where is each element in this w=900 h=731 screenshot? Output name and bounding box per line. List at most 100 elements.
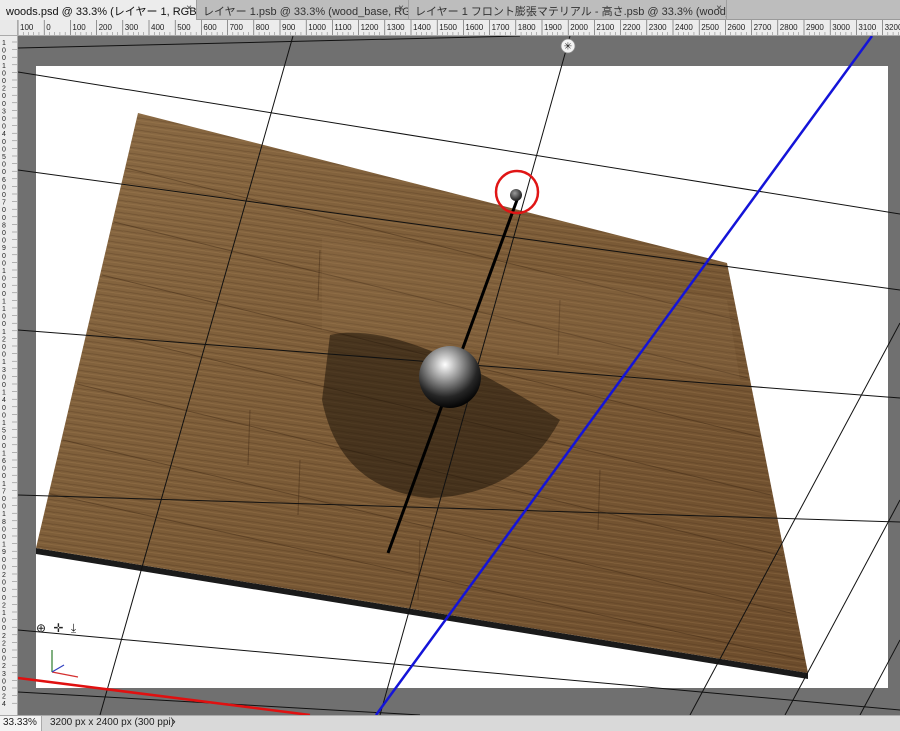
tab-woods-psd[interactable]: woods.psd @ 33.3% (レイヤー 1, RGB/8*) * × bbox=[0, 0, 197, 20]
ruler-tick-label: 6 bbox=[2, 177, 6, 184]
ruler-tick-label: 0 bbox=[2, 534, 6, 541]
ruler-tick-label: 0 bbox=[2, 146, 6, 153]
ruler-tick-label: 3100 bbox=[858, 23, 876, 32]
svg-text:✳: ✳ bbox=[564, 42, 572, 53]
ruler-tick-label: 7 bbox=[2, 488, 6, 495]
light-handle-icon[interactable]: ✳ bbox=[558, 38, 578, 54]
ruler-tick-label: 0 bbox=[2, 321, 6, 328]
vertical-ruler-ticks: 1001002003004005006007008009001000110012… bbox=[2, 40, 17, 708]
ruler-tick-label: 1 bbox=[2, 329, 6, 336]
ruler-tick-label: 0 bbox=[2, 352, 6, 359]
vertical-ruler[interactable]: 1001002003004005006007008009001000110012… bbox=[0, 36, 18, 715]
dolly-icon[interactable]: ⤓ bbox=[71, 621, 76, 635]
ruler-tick-label: 0 bbox=[2, 78, 6, 85]
ruler-tick-label: 0 bbox=[2, 291, 6, 298]
document-canvas[interactable]: ✳ ⊕ ✛ ⤓ bbox=[18, 36, 900, 715]
ruler-tick-label: 1 bbox=[2, 359, 6, 366]
ruler-tick-label: 2 bbox=[2, 336, 6, 343]
tab-label: woods.psd @ 33.3% (レイヤー 1, RGB/8*) * bbox=[6, 6, 197, 18]
ruler-corner[interactable] bbox=[0, 20, 18, 36]
ruler-tick-label: 100 bbox=[20, 23, 34, 32]
ruler-tick-label: 0 bbox=[2, 443, 6, 450]
ruler-tick-label: 0 bbox=[2, 496, 6, 503]
ruler-tick-label: 0 bbox=[2, 48, 6, 55]
ruler-tick-label: 8 bbox=[2, 222, 6, 229]
ruler-tick-label: 4 bbox=[2, 397, 6, 404]
ruler-tick-label: 9 bbox=[2, 245, 6, 252]
ruler-tick-label: 600 bbox=[203, 23, 217, 32]
tab-label: レイヤー 1 フロント膨張マテリアル - 高さ.psb @ 33.3% (woo… bbox=[415, 6, 726, 18]
ruler-tick-label: 1 bbox=[2, 298, 6, 305]
ruler-tick-label: 1200 bbox=[361, 23, 379, 32]
ruler-tick-label: 0 bbox=[2, 580, 6, 587]
3d-sphere[interactable] bbox=[419, 346, 481, 408]
close-icon[interactable]: × bbox=[186, 3, 192, 14]
close-icon[interactable]: × bbox=[716, 3, 722, 14]
status-bar: 33.33% 3200 px x 2400 px (300 ppi) › bbox=[0, 715, 900, 731]
ruler-tick-label: 1600 bbox=[465, 23, 483, 32]
close-icon[interactable]: × bbox=[398, 3, 404, 14]
ruler-tick-label: 1 bbox=[2, 610, 6, 617]
ruler-tick-label: 0 bbox=[2, 207, 6, 214]
ruler-tick-label: 2400 bbox=[675, 23, 693, 32]
tab-layer1-psb[interactable]: レイヤー 1.psb @ 33.3% (wood_base, RGB/8*) *… bbox=[197, 0, 409, 20]
ruler-tick-label: 3 bbox=[2, 108, 6, 115]
ruler-tick-label: 4 bbox=[2, 701, 6, 708]
ruler-tick-label: 200 bbox=[99, 23, 113, 32]
pan-icon[interactable]: ✛ bbox=[53, 621, 63, 635]
ruler-tick-label: 0 bbox=[2, 276, 6, 283]
ruler-tick-label: 400 bbox=[151, 23, 165, 32]
ruler-tick-label: 9 bbox=[2, 549, 6, 556]
ruler-tick-label: 6 bbox=[2, 458, 6, 465]
ruler-tick-label: 0 bbox=[2, 253, 6, 260]
ruler-tick-label: 2900 bbox=[806, 23, 824, 32]
ruler-tick-label: 1000 bbox=[308, 23, 326, 32]
ruler-tick-label: 7 bbox=[2, 200, 6, 207]
ruler-tick-label: 1 bbox=[2, 63, 6, 70]
horizontal-ruler-ticks: 100 0 100 200 300 400 500 600 700 800 900 1000 1100 1… bbox=[18, 20, 900, 35]
ruler-tick-label: 0 bbox=[2, 184, 6, 191]
ruler-tick-label: 3000 bbox=[832, 23, 850, 32]
zoom-level-field[interactable]: 33.33% bbox=[0, 716, 42, 731]
ruler-tick-label: 2 bbox=[2, 663, 6, 670]
ruler-tick-label: 1 bbox=[2, 420, 6, 427]
ruler-tick-label: 1800 bbox=[518, 23, 536, 32]
3d-scene[interactable] bbox=[18, 36, 900, 715]
ruler-tick-label: 0 bbox=[2, 504, 6, 511]
ruler-tick-label: 0 bbox=[2, 526, 6, 533]
ruler-tick-label: 2500 bbox=[701, 23, 719, 32]
ruler-tick-label: 5 bbox=[2, 154, 6, 161]
ruler-tick-label: 0 bbox=[2, 139, 6, 146]
ruler-tick-label: 3200 bbox=[885, 23, 900, 32]
ruler-tick-label: 1400 bbox=[413, 23, 431, 32]
ruler-tick-label: 0 bbox=[2, 656, 6, 663]
horizontal-ruler[interactable]: 100 0 100 200 300 400 500 600 700 800 900 1000 1100 1… bbox=[18, 20, 900, 36]
ruler-tick-label: 0 bbox=[2, 405, 6, 412]
ruler-tick-label: 0 bbox=[2, 473, 6, 480]
orbit-icon[interactable]: ⊕ bbox=[36, 621, 46, 635]
ruler-tick-label: 0 bbox=[2, 412, 6, 419]
ruler-tick-label: 0 bbox=[2, 162, 6, 169]
ruler-tick-label: 2000 bbox=[570, 23, 588, 32]
tab-bump-psb[interactable]: レイヤー 1 フロント膨張マテリアル - 高さ.psb @ 33.3% (woo… bbox=[409, 0, 727, 20]
light-handle-ball[interactable] bbox=[510, 189, 522, 201]
document-info[interactable]: 3200 px x 2400 px (300 ppi) bbox=[50, 717, 174, 728]
ruler-tick-label: 800 bbox=[256, 23, 270, 32]
ruler-tick-label: 0 bbox=[2, 648, 6, 655]
status-menu-chevron-icon[interactable]: › bbox=[172, 716, 176, 728]
ruler-tick-label: 100 bbox=[72, 23, 86, 32]
ruler-tick-label: 0 bbox=[2, 344, 6, 351]
ruler-tick-label: 0 bbox=[2, 260, 6, 267]
ruler-tick-label: 0 bbox=[2, 564, 6, 571]
ruler-tick-label: 0 bbox=[2, 55, 6, 62]
ruler-tick-label: 0 bbox=[2, 595, 6, 602]
ruler-tick-label: 2600 bbox=[727, 23, 745, 32]
ruler-tick-label: 0 bbox=[2, 618, 6, 625]
ruler-tick-label: 2 bbox=[2, 572, 6, 579]
ruler-tick-label: 0 bbox=[2, 374, 6, 381]
ruler-tick-label: 3 bbox=[2, 671, 6, 678]
ruler-tick-label: 500 bbox=[177, 23, 191, 32]
ruler-tick-label: 0 bbox=[2, 124, 6, 131]
ruler-tick-label: 0 bbox=[2, 215, 6, 222]
ruler-tick-label: 1 bbox=[2, 481, 6, 488]
